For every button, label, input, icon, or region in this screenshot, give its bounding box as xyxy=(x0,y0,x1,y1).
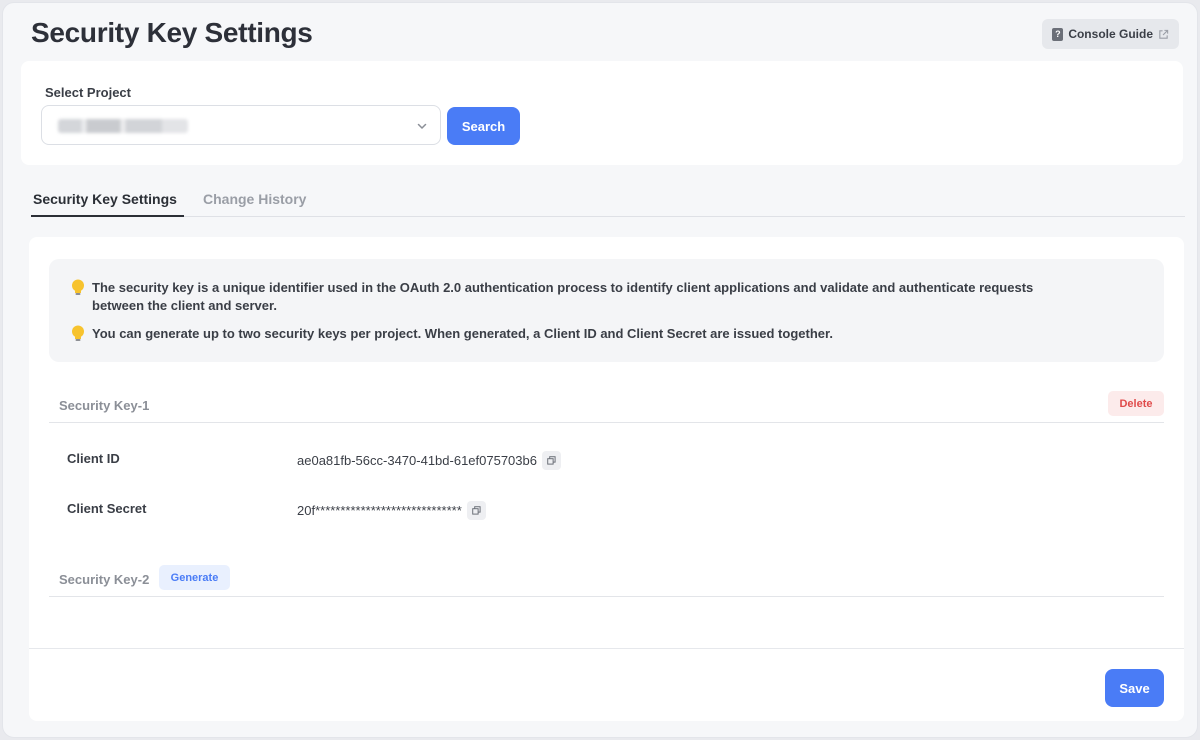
page-title: Security Key Settings xyxy=(31,17,313,48)
lightbulb-icon xyxy=(72,325,84,341)
tab-change-history[interactable]: Change History xyxy=(203,191,306,207)
security-key-1-title: Security Key-1 xyxy=(59,398,150,413)
selected-project-value xyxy=(58,119,188,133)
generate-button[interactable]: Generate xyxy=(159,565,230,590)
security-key-2-header: Security Key-2 Generate xyxy=(49,563,1164,597)
client-secret-value: 20f***************************** xyxy=(297,503,462,518)
client-secret-label: Client Secret xyxy=(67,501,147,516)
footer-divider xyxy=(29,648,1184,649)
console-guide-label: Console Guide xyxy=(1068,27,1153,41)
project-select[interactable] xyxy=(41,105,441,145)
security-key-2-title: Security Key-2 xyxy=(59,572,150,587)
save-button[interactable]: Save xyxy=(1105,669,1164,707)
page-frame: Security Key Settings ? Console Guide Se… xyxy=(2,2,1198,738)
copy-client-secret-button[interactable] xyxy=(466,501,486,520)
search-button[interactable]: Search xyxy=(447,107,520,145)
info-item: You can generate up to two security keys… xyxy=(71,325,833,343)
tab-bar: Security Key Settings Change History xyxy=(31,175,1185,217)
client-id-value: ae0a81fb-56cc-3470-41bd-61ef075703b6 xyxy=(297,453,537,468)
external-link-icon xyxy=(1159,29,1169,39)
project-label: Select Project xyxy=(45,85,131,100)
info-text: The security key is a unique identifier … xyxy=(92,280,1034,313)
tab-security-key-settings[interactable]: Security Key Settings xyxy=(33,191,177,207)
info-text: You can generate up to two security keys… xyxy=(92,326,833,341)
console-guide-button[interactable]: ? Console Guide xyxy=(1042,19,1179,49)
document-icon: ? xyxy=(1052,27,1064,41)
copy-icon xyxy=(547,456,556,465)
copy-icon xyxy=(472,506,481,515)
lightbulb-icon xyxy=(72,279,84,295)
client-secret-field: 20f***************************** xyxy=(297,501,486,520)
client-id-label: Client ID xyxy=(67,451,120,466)
active-tab-indicator xyxy=(31,215,184,217)
chevron-down-icon xyxy=(417,123,427,130)
project-selector-card: Select Project Search xyxy=(21,61,1183,165)
info-box: The security key is a unique identifier … xyxy=(49,259,1164,362)
client-id-field: ae0a81fb-56cc-3470-41bd-61ef075703b6 xyxy=(297,451,561,470)
info-item: The security key is a unique identifier … xyxy=(71,279,1081,315)
security-key-card: The security key is a unique identifier … xyxy=(29,237,1184,721)
security-key-1-header: Security Key-1 Delete xyxy=(49,389,1164,423)
copy-client-id-button[interactable] xyxy=(541,451,561,470)
delete-button[interactable]: Delete xyxy=(1108,391,1164,416)
